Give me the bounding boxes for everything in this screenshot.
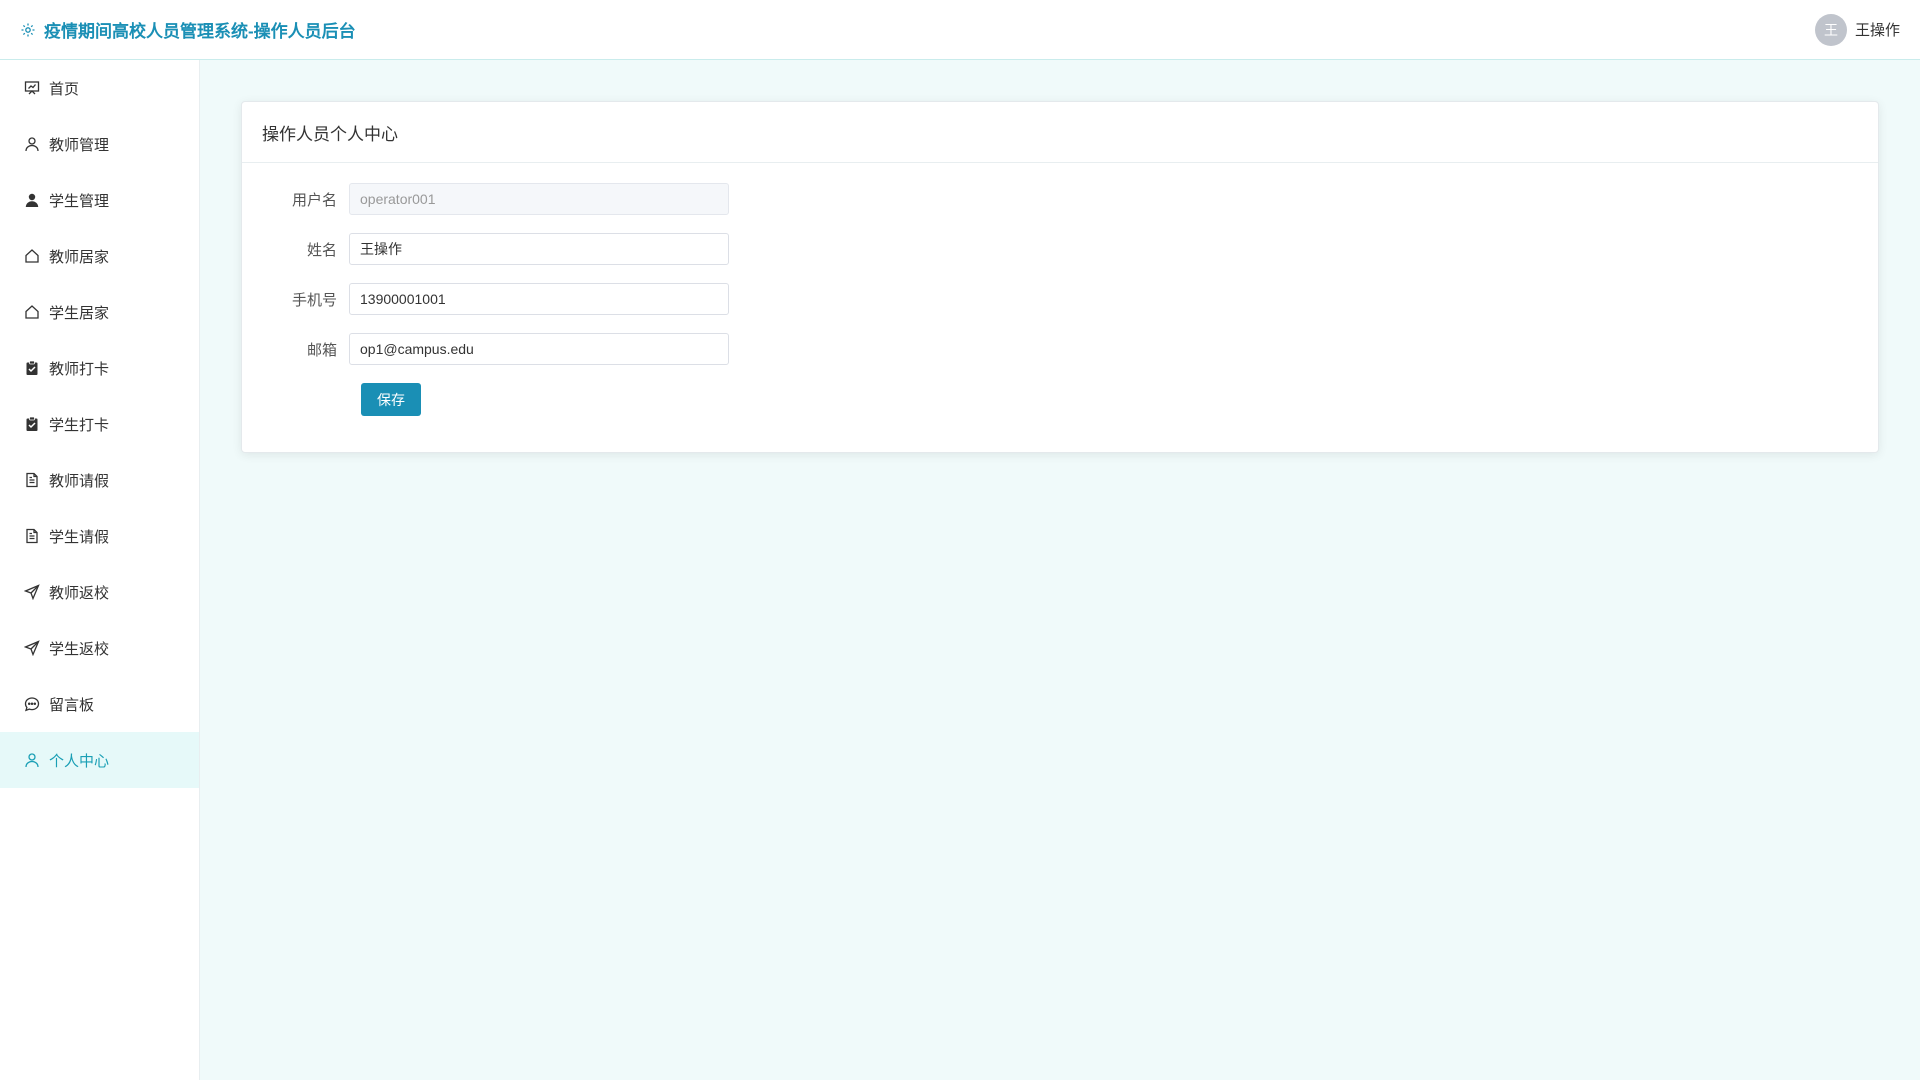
user-menu[interactable]: 王 王操作 xyxy=(1814,13,1920,46)
clipboard-check-icon xyxy=(24,416,40,432)
clipboard-check-icon xyxy=(24,360,40,376)
sidebar-item-label: 学生请假 xyxy=(49,528,110,546)
app-title: 疫情期间高校人员管理系统-操作人员后台 xyxy=(44,22,356,41)
username-field xyxy=(349,183,729,215)
avatar[interactable]: 王 xyxy=(1814,13,1847,46)
card-title: 操作人员个人中心 xyxy=(242,102,1878,163)
user-solid-icon xyxy=(24,192,40,208)
username-label: 用户名 xyxy=(291,191,337,209)
sidebar-item-label: 教师管理 xyxy=(49,136,110,154)
sidebar-item-teacher-return[interactable]: 教师返校 xyxy=(0,564,199,620)
main-content: 操作人员个人中心 用户名 姓名 手机号 邮箱 保存 xyxy=(200,60,1920,1080)
presentation-icon xyxy=(24,80,40,96)
save-button[interactable]: 保存 xyxy=(361,383,421,416)
user-outline-icon xyxy=(24,136,40,152)
email-label: 邮箱 xyxy=(306,341,337,359)
sidebar-item-teacher-home[interactable]: 教师居家 xyxy=(0,228,199,284)
sidebar-item-label: 留言板 xyxy=(49,696,95,714)
sidebar-item-student-leave[interactable]: 学生请假 xyxy=(0,508,199,564)
email-field[interactable] xyxy=(349,333,729,365)
sidebar-item-label: 教师返校 xyxy=(49,584,110,602)
chat-bubble-icon xyxy=(24,696,40,712)
profile-form: 用户名 姓名 手机号 邮箱 保存 xyxy=(242,163,1878,416)
sidebar-item-student-management[interactable]: 学生管理 xyxy=(0,172,199,228)
sidebar-item-label: 学生返校 xyxy=(49,640,110,658)
send-icon xyxy=(24,584,40,600)
form-row-name: 姓名 xyxy=(242,233,1878,265)
phone-label: 手机号 xyxy=(291,291,337,309)
sidebar-item-teacher-leave[interactable]: 教师请假 xyxy=(0,452,199,508)
send-icon xyxy=(24,640,40,656)
sidebar-item-teacher-management[interactable]: 教师管理 xyxy=(0,116,199,172)
sidebar: 首页 教师管理 学生管理 教师居家 学生居家 教师打卡 学生打卡 教师请假 学生… xyxy=(0,60,200,1080)
gear-icon xyxy=(20,22,36,38)
top-header: 疫情期间高校人员管理系统-操作人员后台 王 王操作 xyxy=(0,0,1920,60)
sidebar-item-label: 学生管理 xyxy=(49,192,110,210)
house-icon xyxy=(24,304,40,320)
name-label: 姓名 xyxy=(306,241,337,259)
sidebar-item-teacher-checkin[interactable]: 教师打卡 xyxy=(0,340,199,396)
sidebar-item-personal-center[interactable]: 个人中心 xyxy=(0,732,199,788)
form-row-username: 用户名 xyxy=(242,183,1878,215)
sidebar-item-student-return[interactable]: 学生返校 xyxy=(0,620,199,676)
form-row-phone: 手机号 xyxy=(242,283,1878,315)
document-icon xyxy=(24,528,40,544)
sidebar-item-label: 首页 xyxy=(49,80,80,98)
sidebar-item-label: 个人中心 xyxy=(49,752,110,770)
sidebar-item-label: 学生居家 xyxy=(49,304,110,322)
sidebar-item-label: 学生打卡 xyxy=(49,416,110,434)
name-field[interactable] xyxy=(349,233,729,265)
sidebar-item-label: 教师打卡 xyxy=(49,360,110,378)
document-icon xyxy=(24,472,40,488)
phone-field[interactable] xyxy=(349,283,729,315)
sidebar-item-home[interactable]: 首页 xyxy=(0,60,199,116)
sidebar-item-student-checkin[interactable]: 学生打卡 xyxy=(0,396,199,452)
brand: 疫情期间高校人员管理系统-操作人员后台 xyxy=(0,17,356,42)
house-icon xyxy=(24,248,40,264)
profile-card: 操作人员个人中心 用户名 姓名 手机号 邮箱 保存 xyxy=(241,101,1879,453)
user-outline-icon xyxy=(24,752,40,768)
user-name[interactable]: 王操作 xyxy=(1855,19,1900,40)
sidebar-item-student-home[interactable]: 学生居家 xyxy=(0,284,199,340)
sidebar-item-label: 教师居家 xyxy=(49,248,110,266)
form-row-email: 邮箱 xyxy=(242,333,1878,365)
sidebar-item-label: 教师请假 xyxy=(49,472,110,490)
sidebar-item-message-board[interactable]: 留言板 xyxy=(0,676,199,732)
